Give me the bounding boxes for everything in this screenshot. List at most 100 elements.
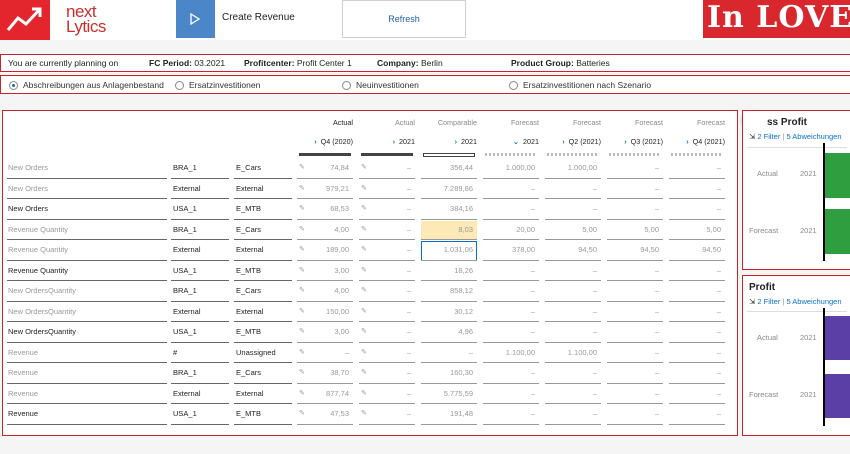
value-cell[interactable]: – [543, 286, 597, 295]
filter-count[interactable]: 2 Filter [757, 132, 780, 141]
radio-abschreibungen[interactable]: Abschreibungen aus Anlagenbestand [9, 80, 164, 90]
create-revenue-label[interactable]: Create Revenue [222, 12, 295, 23]
value-cell[interactable]: – [419, 348, 473, 357]
value-cell[interactable]: – [357, 348, 411, 357]
value-cell[interactable]: – [667, 409, 721, 418]
value-cell[interactable]: – [357, 307, 411, 316]
value-cell[interactable]: 1.000,00 [543, 163, 597, 172]
value-cell[interactable]: – [605, 348, 659, 357]
value-cell[interactable]: – [667, 389, 721, 398]
value-cell[interactable]: – [605, 266, 659, 275]
column-period-header[interactable]: ⌄ 2021 [481, 137, 539, 146]
chevron-right-icon[interactable]: › [393, 137, 395, 146]
forecast-bar[interactable] [825, 374, 850, 418]
value-cell[interactable]: 1.000,00 [481, 163, 535, 172]
value-cell[interactable]: – [357, 163, 411, 172]
column-period-header[interactable]: › Q4 (2020) [295, 137, 353, 146]
value-cell[interactable]: 877,74 [295, 389, 349, 398]
refresh-button[interactable]: Refresh [342, 0, 466, 38]
value-cell[interactable]: – [357, 327, 411, 336]
value-cell[interactable]: 4,96 [419, 327, 473, 336]
value-cell[interactable]: 94,50 [543, 245, 597, 254]
column-period-header[interactable]: › Q2 (2021) [543, 137, 601, 146]
value-cell[interactable]: – [357, 368, 411, 377]
chevron-right-icon[interactable]: › [314, 137, 316, 146]
value-cell[interactable]: – [543, 327, 597, 336]
value-cell[interactable]: 150,00 [295, 307, 349, 316]
value-cell[interactable]: 5,00 [667, 225, 721, 234]
filter-links[interactable]: ⇲ 2 Filter | 5 Abweichungen [749, 132, 842, 141]
value-cell[interactable]: – [667, 163, 721, 172]
value-cell[interactable]: – [481, 327, 535, 336]
value-cell[interactable]: – [543, 204, 597, 213]
value-cell[interactable]: 47,53 [295, 409, 349, 418]
column-period-header[interactable]: › Q3 (2021) [605, 137, 663, 146]
value-cell[interactable]: – [357, 225, 411, 234]
value-cell[interactable]: – [357, 184, 411, 193]
value-cell[interactable]: – [543, 266, 597, 275]
radio-label[interactable]: Ersatzinvestitionen nach Szenario [523, 80, 651, 90]
column-period-header[interactable]: › 2021 [419, 137, 477, 146]
value-cell[interactable]: – [667, 307, 721, 316]
radio-icon[interactable] [509, 80, 518, 90]
value-cell[interactable]: – [605, 409, 659, 418]
value-cell[interactable]: – [357, 204, 411, 213]
value-cell[interactable]: – [605, 184, 659, 193]
radio-ersatzinvestitionen-szenario[interactable]: Ersatzinvestitionen nach Szenario [509, 80, 651, 90]
value-cell[interactable]: – [605, 307, 659, 316]
value-cell[interactable]: – [481, 307, 535, 316]
value-cell[interactable]: – [667, 348, 721, 357]
value-cell[interactable]: 3,00 [295, 266, 349, 275]
value-cell[interactable]: – [357, 286, 411, 295]
deviation-count[interactable]: 5 Abweichungen [786, 132, 841, 141]
column-period-header[interactable]: › Q4 (2021) [667, 137, 725, 146]
forecast-bar[interactable] [825, 209, 850, 254]
value-cell[interactable]: 979,21 [295, 184, 349, 193]
value-cell[interactable]: 20,00 [481, 225, 535, 234]
value-cell[interactable]: – [481, 266, 535, 275]
value-cell[interactable]: 7.289,86 [419, 184, 473, 193]
value-cell[interactable]: 1.100,00 [543, 348, 597, 357]
value-cell[interactable]: – [481, 389, 535, 398]
deviation-count[interactable]: 5 Abweichungen [786, 297, 841, 306]
create-revenue-button[interactable] [176, 0, 215, 38]
radio-label[interactable]: Abschreibungen aus Anlagenbestand [23, 80, 164, 90]
value-cell[interactable]: – [357, 245, 411, 254]
value-cell[interactable]: 191,48 [419, 409, 473, 418]
column-period-header[interactable]: › 2021 [357, 137, 415, 146]
value-cell[interactable]: – [605, 368, 659, 377]
value-cell[interactable]: – [357, 389, 411, 398]
value-cell[interactable]: 160,30 [419, 368, 473, 377]
value-cell[interactable]: – [481, 184, 535, 193]
value-cell[interactable]: – [605, 327, 659, 336]
value-cell[interactable]: – [481, 286, 535, 295]
value-cell[interactable]: 30,12 [419, 307, 473, 316]
value-cell[interactable]: 74,84 [295, 163, 349, 172]
value-cell[interactable]: 8,03 [419, 225, 473, 234]
value-cell[interactable]: 94,50 [605, 245, 659, 254]
chevron-right-icon[interactable]: › [455, 137, 457, 146]
value-cell[interactable]: 38,70 [295, 368, 349, 377]
radio-ersatzinvestitionen[interactable]: Ersatzinvestitionen [175, 80, 260, 90]
value-cell[interactable]: – [543, 307, 597, 316]
value-cell[interactable]: 3,00 [295, 327, 349, 336]
chevron-down-icon[interactable]: ⌄ [513, 137, 519, 146]
value-cell[interactable]: 189,00 [295, 245, 349, 254]
value-cell[interactable]: – [543, 389, 597, 398]
value-cell[interactable]: – [543, 368, 597, 377]
value-cell[interactable]: 18,26 [419, 266, 473, 275]
value-cell[interactable]: – [295, 348, 349, 357]
value-cell[interactable]: 94,50 [667, 245, 721, 254]
value-cell[interactable]: 5,00 [605, 225, 659, 234]
value-cell[interactable]: – [667, 327, 721, 336]
value-cell[interactable]: 5,00 [543, 225, 597, 234]
value-cell[interactable]: 378,00 [481, 245, 535, 254]
value-cell[interactable]: – [667, 266, 721, 275]
filter-links[interactable]: ⇲ 2 Filter | 5 Abweichungen [749, 297, 842, 306]
value-cell[interactable]: – [605, 204, 659, 213]
actual-bar[interactable] [825, 316, 850, 360]
chevron-right-icon[interactable]: › [562, 137, 564, 146]
value-cell[interactable]: – [357, 409, 411, 418]
value-cell[interactable]: – [543, 409, 597, 418]
value-cell[interactable]: – [481, 368, 535, 377]
